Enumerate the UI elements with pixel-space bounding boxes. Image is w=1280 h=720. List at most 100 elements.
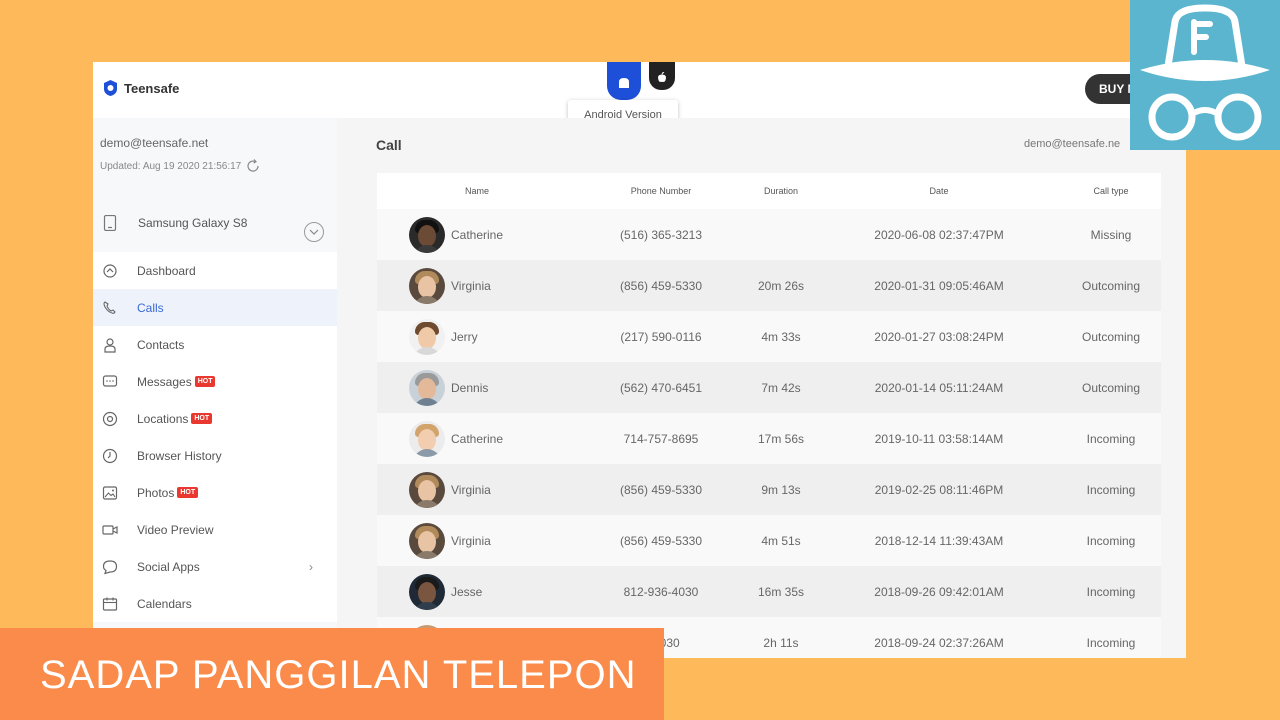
device-dropdown-toggle[interactable] (304, 222, 324, 242)
hot-badge: HOT (191, 413, 213, 424)
ios-version-tab[interactable] (649, 62, 675, 90)
call-type-cell: Incoming (1086, 533, 1136, 548)
table-row[interactable]: Catherine (516) 365-3213 2020-06-08 02:3… (377, 209, 1161, 260)
call-type-cell: Outcoming (1081, 329, 1141, 344)
sidebar-item-locations[interactable]: Locations HOT (93, 400, 337, 437)
sidebar-item-calendars[interactable]: Calendars (93, 585, 337, 622)
clock-icon (102, 448, 118, 464)
avatar (409, 573, 445, 610)
sidebar-item-label: Browser History (137, 448, 222, 463)
avatar (409, 522, 445, 559)
hot-badge: HOT (194, 376, 216, 387)
contact-name: Jerry (451, 329, 478, 344)
date-cell: 2020-06-08 02:37:47PM (874, 227, 1004, 242)
phone-device-icon (103, 215, 117, 231)
date-cell: 2018-12-14 11:39:43AM (874, 533, 1004, 548)
contact-cell: Virginia (377, 471, 577, 508)
contact-name: Virginia (451, 482, 491, 497)
phone-cell: 714-757-8695 (623, 431, 699, 446)
sidebar-item-label: Calendars (137, 596, 192, 611)
duration-cell: 7m 42s (761, 380, 801, 395)
date-cell: 2020-01-27 03:08:24PM (874, 329, 1004, 344)
table-row[interactable]: Catherine 714-757-8695 17m 56s 2019-10-1… (377, 413, 1161, 464)
contact-name: Dennis (451, 380, 489, 395)
main-content: Call demo@teensafe.ne Name Phone Number … (337, 118, 1186, 658)
table-row[interactable]: Jerry (217) 590-0116 4m 33s 2020-01-27 0… (377, 311, 1161, 362)
sidebar-item-calls[interactable]: Calls (93, 289, 337, 326)
table-row[interactable]: Dennis (562) 470-6451 7m 42s 2020-01-14 … (377, 362, 1161, 413)
call-type-cell: Incoming (1086, 584, 1136, 599)
contact-cell: Dennis (377, 369, 577, 406)
sidebar-item-label: Video Preview (137, 522, 214, 537)
contact-name: Jesse (451, 584, 483, 599)
sidebar-item-messages[interactable]: Messages HOT (93, 363, 337, 400)
column-header-name[interactable]: Name (377, 186, 577, 196)
date-cell: 2019-10-11 03:58:14AM (874, 431, 1004, 446)
contact-name: Virginia (451, 278, 491, 293)
phone-cell: (562) 470-6451 (619, 380, 703, 395)
duration-cell: 2h 11s (763, 635, 799, 650)
contact-cell: Virginia (377, 267, 577, 304)
sidebar-menu: Dashboard Calls Contacts Messages HOT Lo… (93, 252, 337, 622)
brand-logo[interactable]: Teensafe (103, 80, 179, 96)
table-row[interactable]: Virginia (856) 459-5330 20m 26s 2020-01-… (377, 260, 1161, 311)
phone-cell: (856) 459-5330 (619, 278, 703, 293)
date-cell: 2020-01-31 09:05:46AM (874, 278, 1004, 293)
table-row[interactable]: Virginia (856) 459-5330 9m 13s 2019-02-2… (377, 464, 1161, 515)
contact-name: Virginia (451, 533, 491, 548)
avatar (409, 318, 445, 355)
duration-cell: 16m 35s (757, 584, 805, 599)
avatar (409, 471, 445, 508)
dashboard-icon (102, 263, 118, 279)
account-email: demo@teensafe.net (100, 136, 209, 150)
device-name: Samsung Galaxy S8 (138, 216, 248, 230)
sidebar-item-browser-history[interactable]: Browser History (93, 437, 337, 474)
device-selector[interactable]: Samsung Galaxy S8 (93, 194, 337, 252)
phone-cell: (856) 459-5330 (619, 533, 703, 548)
column-header-phone[interactable]: Phone Number (577, 186, 745, 196)
column-header-duration[interactable]: Duration (745, 186, 817, 196)
chat-bubble-icon (102, 559, 118, 575)
column-header-date[interactable]: Date (817, 186, 1061, 196)
call-type-cell: Incoming (1086, 431, 1136, 446)
call-log-table: Name Phone Number Duration Date Call typ… (377, 173, 1161, 658)
sidebar-item-video-preview[interactable]: Video Preview (93, 511, 337, 548)
duration-cell: 4m 51s (761, 533, 801, 548)
date-cell: 2018-09-26 09:42:01AM (874, 584, 1004, 599)
refresh-icon[interactable] (245, 158, 261, 174)
sidebar-item-label: Messages (137, 374, 192, 389)
sidebar-item-label: Dashboard (137, 263, 196, 278)
chevron-down-icon (309, 229, 319, 235)
last-updated-text: Updated: Aug 19 2020 21:56:17 (100, 160, 242, 172)
contact-cell: Jesse (377, 573, 577, 610)
phone-cell: (856) 459-5330 (619, 482, 703, 497)
android-version-tab[interactable] (607, 62, 641, 100)
table-header: Name Phone Number Duration Date Call typ… (377, 173, 1161, 209)
sidebar-item-photos[interactable]: Photos HOT (93, 474, 337, 511)
banner-title: SADAP PANGGILAN TELEPON (40, 653, 637, 697)
call-type-cell: Outcoming (1081, 278, 1141, 293)
date-cell: 2018-09-24 02:37:26AM (874, 635, 1004, 650)
table-row[interactable]: Virginia (856) 459-5330 4m 51s 2018-12-1… (377, 515, 1161, 566)
column-header-call-type[interactable]: Call type (1061, 186, 1161, 196)
apple-icon (658, 72, 666, 82)
call-type-cell: Incoming (1086, 482, 1136, 497)
contact-name: Catherine (451, 431, 504, 446)
sidebar: demo@teensafe.net Updated: Aug 19 2020 2… (93, 118, 337, 658)
call-type-cell: Outcoming (1081, 380, 1141, 395)
avatar (409, 216, 445, 253)
account-info: demo@teensafe.net Updated: Aug 19 2020 2… (93, 118, 337, 194)
message-icon (102, 374, 118, 390)
avatar (409, 420, 445, 457)
table-row[interactable]: Jesse 812-936-4030 16m 35s 2018-09-26 09… (377, 566, 1161, 617)
sidebar-item-contacts[interactable]: Contacts (93, 326, 337, 363)
location-icon (102, 411, 118, 427)
sidebar-item-social-apps[interactable]: Social Apps › (93, 548, 337, 585)
call-type-cell: Incoming (1086, 635, 1136, 650)
avatar (409, 267, 445, 304)
sidebar-item-dashboard[interactable]: Dashboard (93, 252, 337, 289)
hot-badge: HOT (177, 487, 199, 498)
duration-cell: 20m 26s (757, 278, 805, 293)
calendar-icon (102, 596, 118, 612)
contact-cell: Catherine (377, 420, 577, 457)
